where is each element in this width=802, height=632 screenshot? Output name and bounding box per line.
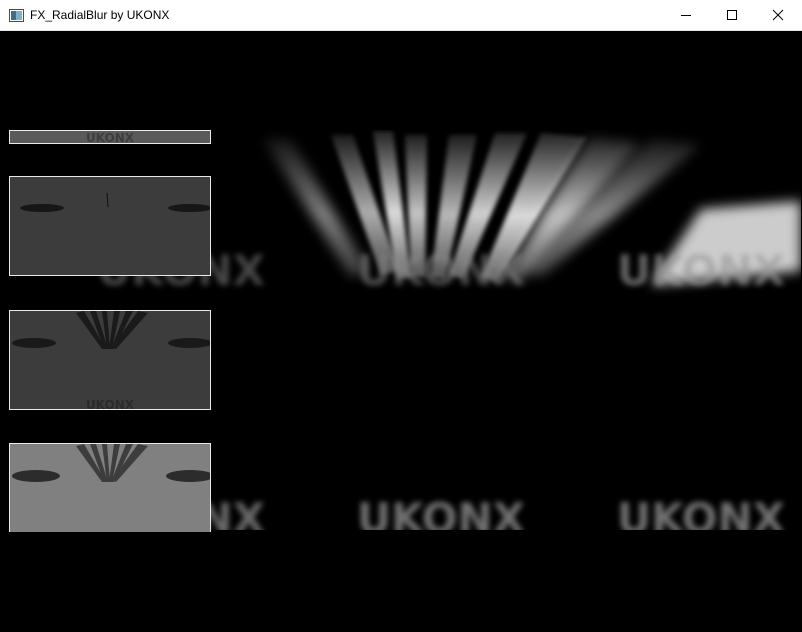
bottom-black-band <box>1 530 801 631</box>
close-icon <box>772 9 784 21</box>
app-window: FX_RadialBlur by UKONX UKONX UKONX UKONX… <box>0 0 802 632</box>
minimize-icon <box>681 15 691 16</box>
window-title: FX_RadialBlur by UKONX <box>30 8 170 22</box>
title-bar[interactable]: FX_RadialBlur by UKONX <box>0 0 802 31</box>
watermark-right-top: UKONX <box>617 246 785 295</box>
close-button[interactable] <box>756 0 802 31</box>
minimize-button[interactable] <box>664 0 710 31</box>
ukonx-watermarks: UKONX UKONX UKONX UKONX UKONX UKONX <box>1 246 801 631</box>
watermark-center-top: UKONX <box>357 246 525 295</box>
render-canvas[interactable]: UKONX UKONX UKONX UKONX UKONX UKONX UKON… <box>1 31 801 631</box>
maximize-icon <box>727 10 737 20</box>
maximize-button[interactable] <box>710 0 756 31</box>
preview-panel-1: UKONX <box>9 130 211 144</box>
preview-panel-4 <box>9 443 211 532</box>
preview-panel-3: UKONX <box>9 310 211 410</box>
app-icon <box>9 9 24 22</box>
preview-1-watermark: UKONX <box>86 131 135 143</box>
preview-3-watermark: UKONX <box>86 398 135 409</box>
preview-panel-2 <box>9 176 211 276</box>
